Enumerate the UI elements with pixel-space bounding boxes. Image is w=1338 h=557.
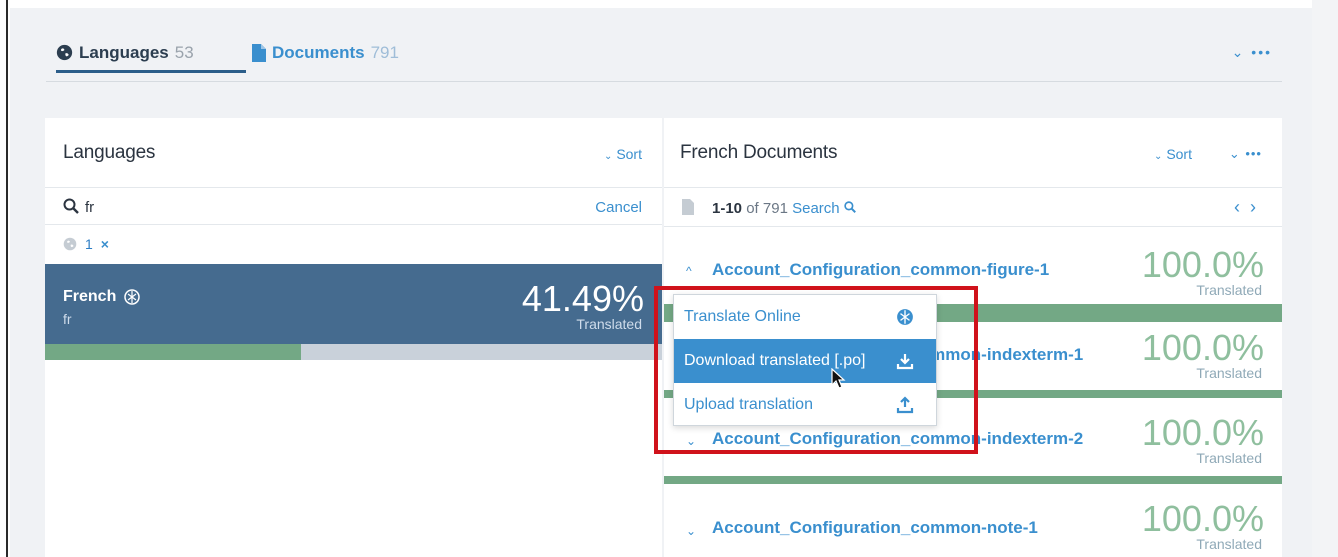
tabs-more-button[interactable]: ⌄ ••• [1232, 44, 1272, 61]
annotation-highlight-box [654, 286, 978, 454]
search-cancel-link[interactable]: Cancel [595, 199, 642, 216]
filter-chip: 1 × [63, 236, 109, 252]
documents-toolbar: 1-10 of 791 Search ‹› [664, 189, 1282, 227]
main-tabs: Languages 53 Documents 791 ⌄ ••• [46, 22, 1282, 82]
document-status: Translated [1196, 282, 1262, 298]
document-icon [252, 44, 266, 62]
search-icon[interactable] [844, 201, 856, 213]
globe-icon [56, 44, 73, 61]
languages-sort-button[interactable]: ⌄ Sort [604, 146, 642, 162]
zanata-translate-icon [124, 289, 141, 305]
prev-page-button[interactable]: ‹ [1234, 197, 1250, 217]
tab-documents[interactable]: Documents 791 [252, 36, 399, 70]
documents-more-button[interactable]: ⌄ ••• [1229, 146, 1262, 162]
languages-search-row: fr Cancel [45, 189, 662, 225]
languages-panel: Languages ⌄ Sort fr Cancel 1 × French fr… [45, 118, 662, 557]
language-name: French [63, 288, 141, 306]
mouse-cursor-icon [831, 368, 846, 389]
document-item[interactable]: ⌄ Account_Configuration_common-note-1 10… [664, 490, 1282, 557]
document-percent: 100.0% [1141, 412, 1264, 453]
document-name[interactable]: Account_Configuration_common-note-1 [712, 518, 1038, 538]
documents-panel-title: French Documents [680, 142, 838, 163]
range-total: of 791 [746, 200, 788, 217]
tab-languages-count: 53 [174, 42, 194, 62]
document-percent: 100.0% [1141, 327, 1264, 368]
language-name-text: French [63, 288, 117, 305]
document-status: Translated [1196, 536, 1262, 552]
filter-count: 1 [85, 236, 93, 252]
next-page-button[interactable]: › [1250, 197, 1266, 217]
documents-search-link[interactable]: Search [792, 200, 840, 217]
language-percent: 41.49% [521, 278, 644, 319]
tab-languages[interactable]: Languages 53 [56, 35, 246, 73]
document-percent: 100.0% [1141, 244, 1264, 285]
search-icon [63, 198, 79, 214]
language-status: Translated [576, 316, 642, 332]
pagination: ‹› [1234, 197, 1266, 218]
clear-filter-button[interactable]: × [101, 236, 109, 252]
languages-panel-header: Languages ⌄ Sort [45, 118, 662, 188]
documents-panel-header: French Documents ⌄ Sort ⌄ ••• [664, 118, 1282, 188]
range-shown: 1-10 [712, 200, 743, 217]
chevron-down-icon[interactable]: ⌄ [686, 524, 696, 538]
document-status: Translated [1196, 450, 1262, 466]
documents-sort-button[interactable]: ⌄ Sort [1154, 146, 1192, 162]
languages-sort-label: Sort [616, 146, 642, 162]
languages-panel-title: Languages [63, 142, 156, 163]
tab-languages-label: Languages [79, 42, 169, 62]
language-code: fr [63, 311, 72, 327]
documents-range: 1-10 of 791 Search [712, 200, 856, 217]
globe-icon [63, 237, 77, 251]
document-progress-bar [664, 476, 1282, 484]
scroll-gutter [1312, 0, 1338, 557]
language-row-french[interactable]: French fr 41.49% Translated [45, 264, 662, 344]
chevron-down-icon: ⌄ [604, 151, 613, 162]
language-progress-fill [45, 344, 302, 360]
window-edge [6, 0, 8, 557]
document-percent: 100.0% [1141, 498, 1264, 539]
file-icon [682, 199, 694, 215]
tab-documents-count: 791 [370, 43, 399, 62]
languages-search-input[interactable]: fr [85, 199, 94, 216]
language-progress-bar [45, 344, 662, 360]
document-status: Translated [1196, 365, 1262, 381]
chevron-down-icon: ⌄ [1154, 151, 1163, 162]
chevron-up-icon[interactable]: ^ [686, 264, 692, 278]
documents-sort-label: Sort [1166, 146, 1192, 162]
document-name[interactable]: Account_Configuration_common-figure-1 [712, 260, 1049, 280]
tab-documents-label: Documents [272, 43, 365, 62]
